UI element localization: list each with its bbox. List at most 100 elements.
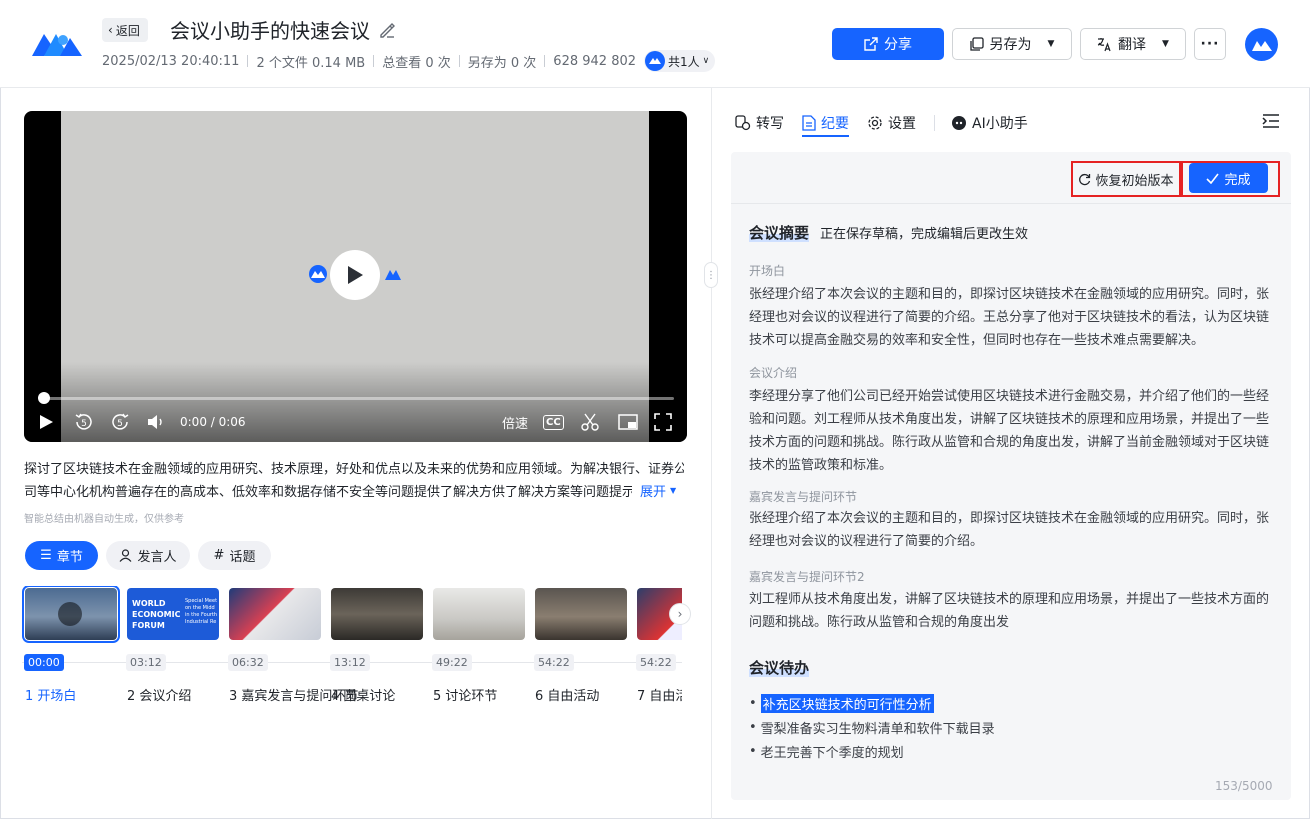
section-text[interactable]: 刘工程师从技术角度出发，讲解了区块链技术的原理和应用场景，并提出了一些技术方面的… — [749, 588, 1277, 634]
chapter-time[interactable]: 54:22 — [534, 654, 574, 671]
play-overlay-button[interactable] — [330, 250, 380, 300]
thumb-text: ECONOMIC — [132, 610, 181, 619]
participants-pill[interactable]: 共1人 ∨ — [644, 50, 716, 72]
chapter-thumbnail[interactable] — [535, 588, 627, 640]
clip-scissors-icon[interactable] — [580, 411, 600, 433]
gear-icon — [868, 116, 882, 130]
caret-down-icon: ▼ — [1047, 39, 1055, 49]
todo-text: 补充区块链技术的可行性分析 — [760, 694, 934, 713]
chapter-title[interactable]: 5 讨论环节 — [433, 685, 497, 704]
forward-5-button[interactable]: 5 — [110, 411, 130, 433]
summary-line: 探讨了区块链技术在金融领域的应用研究、技术原理，好处和优点以及未来的优势和应用领… — [24, 462, 684, 477]
forward-icon: 5 — [112, 413, 129, 430]
tab-transcript[interactable]: 转写 — [735, 110, 784, 136]
title-text: 会议小助手的快速会议 — [170, 19, 370, 43]
section-title: 开场白 — [749, 264, 786, 278]
todo-item[interactable]: • 雪梨准备实习生物料清单和软件下载目录 — [749, 718, 995, 737]
caret-down-icon: ▼ — [670, 486, 677, 495]
volume-icon[interactable] — [146, 411, 166, 433]
chapter-title[interactable]: 2 会议介绍 — [127, 685, 191, 704]
chapter-time[interactable]: 54:22 — [636, 654, 676, 671]
chapters-next-button[interactable]: › — [669, 603, 691, 625]
meta-saves: 另存为 0 次 — [467, 55, 537, 71]
progress-handle[interactable] — [38, 392, 50, 404]
ai-disclaimer: 智能总结由机器自动生成，仅供参考 — [24, 514, 184, 525]
more-dots-icon: ··· — [1200, 36, 1220, 52]
tab-ai-assistant-label: AI小助手 — [972, 116, 1028, 132]
share-button[interactable]: 分享 — [832, 28, 944, 60]
section-text[interactable]: 李经理分享了他们公司已经开始尝试使用区块链技术进行金融交易，并介绍了他们的一些经… — [749, 385, 1277, 477]
speed-button[interactable]: 倍速 — [502, 411, 528, 433]
user-avatar[interactable] — [1245, 28, 1278, 61]
chapter-title[interactable]: 6 自由活动 — [535, 685, 599, 704]
minutes-editor[interactable]: 恢复初始版本 完成 会议摘要 正在保存草稿，完成编辑后更改生效 开场白 张经理介… — [731, 152, 1291, 800]
chapter-thumbnail[interactable] — [433, 588, 525, 640]
translate-button[interactable]: 翻译 ▼ — [1080, 28, 1186, 60]
app-logo-icon — [32, 34, 82, 56]
chapter-audio-badge — [58, 602, 82, 626]
panel-divider — [711, 88, 712, 819]
edit-pencil-icon[interactable] — [378, 21, 396, 39]
caret-down-icon: ▼ — [1162, 39, 1169, 49]
expand-label: 展开 — [640, 485, 667, 500]
done-button[interactable]: 完成 — [1189, 163, 1268, 193]
share-label: 分享 — [884, 37, 912, 53]
translate-label: 翻译 — [1118, 37, 1147, 53]
tab-transcript-label: 转写 — [756, 116, 784, 132]
section-text[interactable]: 张经理介绍了本次会议的主题和目的，即探讨区块链技术在金融领域的应用研究。同时，张… — [749, 507, 1277, 553]
chapter-title[interactable]: 1 开场白 — [25, 685, 76, 704]
thumb-text: FORUM — [132, 621, 165, 630]
chapter-thumbnail[interactable]: WORLD ECONOMIC FORUM Special Meet on the… — [127, 588, 219, 640]
chapter-time[interactable]: 06:32 — [228, 654, 268, 671]
chapter-time[interactable]: 13:12 — [330, 654, 370, 671]
back-button[interactable]: ‹ 返回 — [102, 18, 148, 42]
filter-topics[interactable]: # 话题 — [198, 541, 271, 570]
save-as-label: 另存为 — [989, 37, 1032, 53]
chapter-thumbnail[interactable] — [22, 586, 120, 643]
meta-meeting-id: 628 942 802 — [553, 53, 637, 69]
save-as-button[interactable]: 另存为 ▼ — [952, 28, 1072, 60]
share-icon — [864, 37, 878, 51]
play-icon[interactable] — [38, 411, 54, 433]
captions-button[interactable]: CC — [543, 411, 564, 433]
rewind-5-button[interactable]: 5 — [74, 411, 94, 433]
video-player[interactable]: 5 5 0:00 / 0:06 倍速 CC — [24, 111, 687, 442]
tab-settings[interactable]: 设置 — [867, 110, 916, 136]
chapter-thumbnail[interactable] — [331, 588, 423, 640]
restore-original-button[interactable]: 恢复初始版本 — [1071, 161, 1181, 197]
chapter-title[interactable]: 4 圆桌讨论 — [331, 685, 395, 704]
fullscreen-icon[interactable] — [653, 411, 673, 433]
filter-speakers[interactable]: 发言人 — [106, 541, 190, 570]
tab-ai-assistant[interactable]: AI小助手 — [951, 110, 1028, 136]
document-icon — [802, 115, 816, 131]
summary-heading: 会议摘要 — [749, 222, 810, 243]
todo-item[interactable]: • 老王完善下个季度的规划 — [749, 742, 904, 761]
panel-resize-handle[interactable]: ⋮ — [704, 262, 718, 288]
tab-settings-label: 设置 — [888, 116, 916, 132]
todo-item[interactable]: • 补充区块链技术的可行性分析 — [749, 694, 934, 713]
video-time: 0:00 / 0:06 — [180, 415, 246, 429]
progress-track[interactable] — [42, 397, 674, 400]
chapter-title[interactable]: 7 自由活动 — [637, 685, 682, 704]
filter-chapters[interactable]: ☰ 章节 — [25, 541, 98, 570]
chapter-time[interactable]: 03:12 — [126, 654, 166, 671]
outline-toggle-icon[interactable] — [1262, 113, 1280, 129]
bullet-icon: • — [749, 696, 757, 711]
thumb-wef-sub: Special Meet on the Midd in the Fourth I… — [185, 598, 217, 626]
char-counter: 153/5000 — [1215, 779, 1273, 793]
chapter-time[interactable]: 49:22 — [432, 654, 472, 671]
more-button[interactable]: ··· — [1194, 28, 1226, 60]
section-title: 会议介绍 — [749, 366, 798, 380]
grip-icon: ⋮ — [706, 269, 716, 281]
list-icon: ☰ — [40, 548, 52, 563]
meeting-meta: 2025/02/13 20:40:11 2 个文件 0.14 MB 总查看 0 … — [102, 50, 716, 72]
section-text[interactable]: 张经理介绍了本次会议的主题和目的，即探讨区块链技术在金融领域的应用研究。同时，张… — [749, 283, 1277, 352]
tab-minutes[interactable]: 纪要 — [802, 110, 849, 137]
picture-in-picture-icon[interactable] — [618, 411, 638, 433]
section-title: 嘉宾发言与提问环节 — [749, 490, 858, 504]
editor-toolbar: 恢复初始版本 完成 — [731, 152, 1291, 204]
chapter-time[interactable]: 00:00 — [24, 654, 64, 671]
expand-summary-button[interactable]: 展开 ▼ — [636, 481, 677, 500]
bullet-icon: • — [749, 720, 757, 735]
chapter-thumbnail[interactable] — [229, 588, 321, 640]
